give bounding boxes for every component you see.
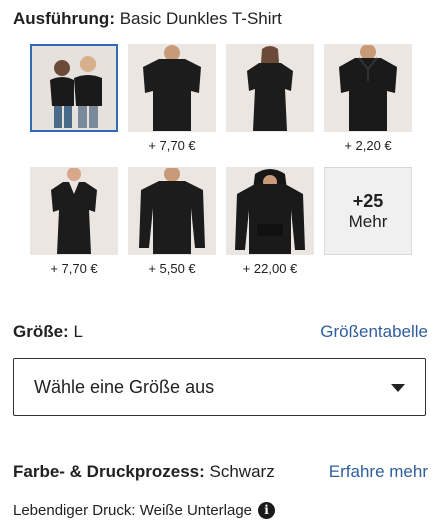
style-option-couple[interactable]: [30, 44, 118, 132]
print-process-row: Lebendiger Druck: Weiße Unterlage i: [13, 502, 276, 519]
couple-shirt-image: [30, 44, 118, 132]
style-option-hoodie[interactable]: + 22,00 €: [226, 167, 314, 276]
size-chart-link[interactable]: Größentabelle: [320, 322, 428, 342]
more-styles-box: +25 Mehr: [324, 167, 412, 255]
chevron-down-icon: [391, 384, 405, 392]
style-label: Ausführung:: [13, 9, 115, 28]
size-heading: Größe: L Größentabelle: [13, 322, 428, 342]
style-option-price: + 22,00 €: [242, 261, 298, 276]
color-label: Farbe- & Druckprozess:: [13, 462, 205, 481]
style-heading: Ausführung: Basic Dunkles T-Shirt: [13, 9, 282, 29]
women-tshirt-image: [226, 44, 314, 132]
more-label: Mehr: [348, 211, 388, 231]
style-option-price: + 5,50 €: [148, 261, 196, 276]
longsleeve-image: [128, 167, 216, 255]
men-tshirt-image: [128, 44, 216, 132]
women-vneck-image: [30, 167, 118, 255]
color-heading: Farbe- & Druckprozess: Schwarz Erfahre m…: [13, 462, 428, 482]
more-count: +25: [352, 190, 384, 211]
polo-shirt-image: [324, 44, 412, 132]
size-select[interactable]: Wähle eine Größe aus: [13, 358, 426, 416]
style-option-women-tshirt[interactable]: [226, 44, 314, 132]
learn-more-link[interactable]: Erfahre mehr: [329, 462, 428, 482]
hoodie-image: [226, 167, 314, 255]
style-option-polo[interactable]: + 2,20 €: [324, 44, 412, 153]
style-option-men-tshirt[interactable]: + 7,70 €: [128, 44, 216, 153]
print-process-text: Lebendiger Druck: Weiße Unterlage: [13, 502, 253, 519]
more-styles-button[interactable]: +25 Mehr: [324, 167, 412, 255]
size-value: L: [73, 322, 83, 341]
size-select-placeholder: Wähle eine Größe aus: [34, 376, 215, 397]
color-value: Schwarz: [209, 462, 275, 481]
style-option-price: + 7,70 €: [50, 261, 98, 276]
style-option-price: + 7,70 €: [148, 138, 196, 153]
style-value: Basic Dunkles T-Shirt: [119, 9, 282, 28]
style-option-women-vneck[interactable]: + 7,70 €: [30, 167, 118, 276]
style-option-price: + 2,20 €: [344, 138, 392, 153]
info-icon[interactable]: i: [258, 502, 276, 519]
size-label: Größe:: [13, 322, 69, 341]
style-option-longsleeve[interactable]: + 5,50 €: [128, 167, 216, 276]
